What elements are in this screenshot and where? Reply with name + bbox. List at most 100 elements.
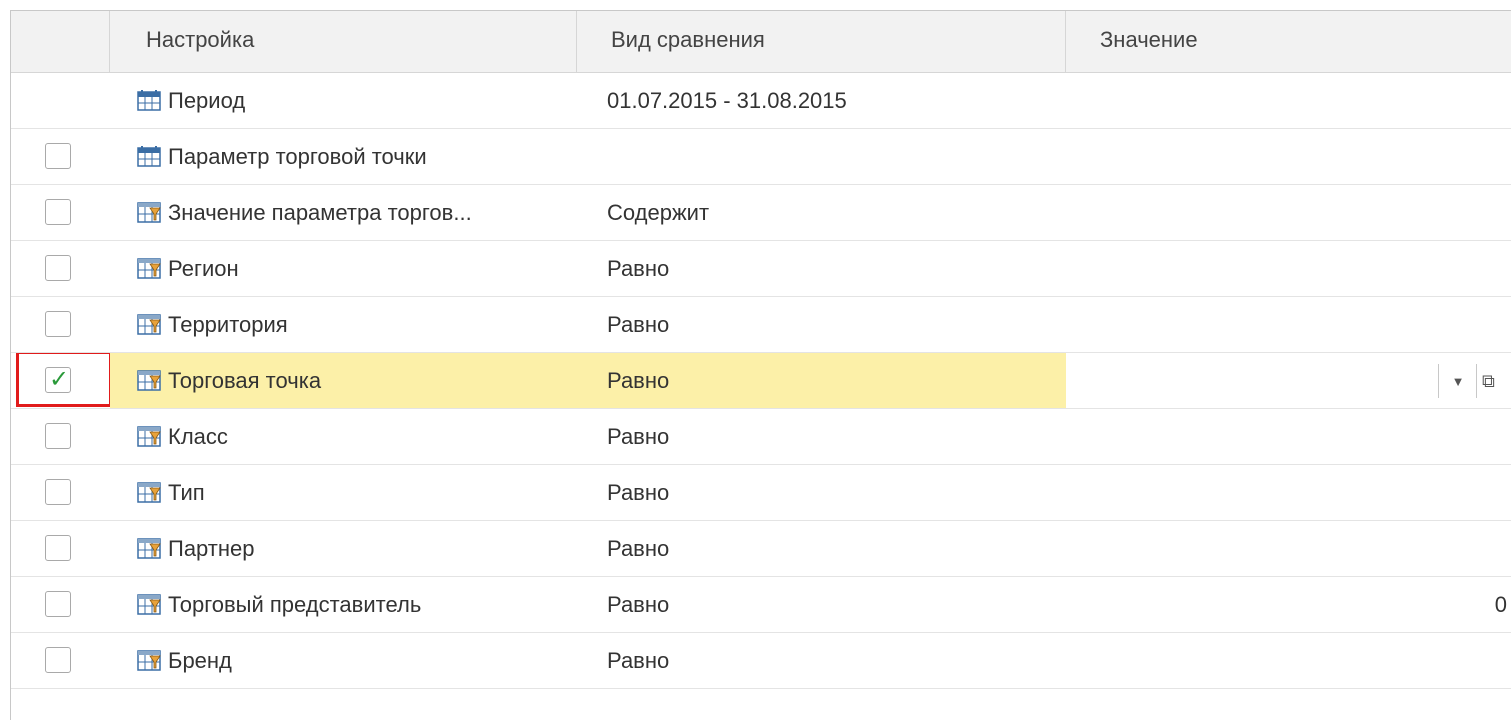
- value-cell[interactable]: ▼ ⧉: [1066, 353, 1511, 408]
- comparison-cell[interactable]: Содержит: [577, 185, 1066, 240]
- comparison-cell[interactable]: [577, 129, 1066, 184]
- table-row[interactable]: Бренд Равно: [11, 633, 1511, 689]
- checkbox-cell: [11, 465, 110, 520]
- comparison-label: 01.07.2015 - 31.08.2015: [607, 88, 847, 113]
- comparison-label: Равно: [607, 312, 670, 337]
- dropdown-arrow-icon[interactable]: ▼: [1446, 354, 1470, 408]
- filter-icon: [136, 648, 162, 672]
- table-row[interactable]: Класс Равно: [11, 409, 1511, 465]
- value-cell[interactable]: [1066, 633, 1511, 688]
- value-cell[interactable]: [1066, 521, 1511, 576]
- comparison-label: Равно: [607, 536, 670, 561]
- setting-cell[interactable]: Значение параметра торгов...: [110, 185, 577, 240]
- comparison-cell[interactable]: Равно: [577, 297, 1066, 352]
- table-row[interactable]: Период 01.07.2015 - 31.08.2015: [11, 73, 1511, 129]
- use-checkbox[interactable]: [45, 423, 71, 449]
- use-checkbox[interactable]: [45, 199, 71, 225]
- checkbox-cell: [11, 73, 110, 128]
- table-row[interactable]: Параметр торговой точки: [11, 129, 1511, 185]
- setting-label: Регион: [168, 256, 239, 281]
- setting-label: Торговая точка: [168, 368, 322, 393]
- comparison-cell[interactable]: Равно: [577, 241, 1066, 296]
- calendar-period-icon: [136, 88, 162, 112]
- checkbox-cell: [11, 633, 110, 688]
- setting-cell[interactable]: Тип: [110, 465, 577, 520]
- header-checkbox-column: [11, 11, 110, 72]
- table-row[interactable]: Территория Равно: [11, 297, 1511, 353]
- table-row[interactable]: Тип Равно: [11, 465, 1511, 521]
- checkbox-cell: [11, 297, 110, 352]
- value-cell[interactable]: [1066, 297, 1511, 352]
- setting-cell[interactable]: Бренд: [110, 633, 577, 688]
- checkbox-cell: [11, 577, 110, 632]
- setting-cell[interactable]: Класс: [110, 409, 577, 464]
- use-checkbox[interactable]: [45, 311, 71, 337]
- filter-icon: [136, 200, 162, 224]
- value-cell[interactable]: 0: [1066, 577, 1511, 632]
- open-form-icon[interactable]: ⧉: [1482, 354, 1511, 408]
- setting-cell[interactable]: Торговый представитель: [110, 577, 577, 632]
- setting-cell[interactable]: Параметр торговой точки: [110, 129, 577, 184]
- setting-cell[interactable]: Территория: [110, 297, 577, 352]
- use-checkbox[interactable]: [45, 143, 71, 169]
- comparison-cell[interactable]: Равно: [577, 577, 1066, 632]
- checkbox-cell: [11, 129, 110, 184]
- table-row[interactable]: Партнер Равно: [11, 521, 1511, 577]
- setting-cell[interactable]: Торговая точка: [110, 353, 577, 408]
- comparison-cell[interactable]: Равно: [577, 409, 1066, 464]
- table-row[interactable]: Регион Равно: [11, 241, 1511, 297]
- filter-icon: [136, 256, 162, 280]
- use-checkbox[interactable]: [45, 647, 71, 673]
- value-cell[interactable]: [1066, 73, 1511, 128]
- value-cell[interactable]: [1066, 241, 1511, 296]
- setting-label: Тип: [168, 480, 205, 505]
- setting-label: Бренд: [168, 648, 232, 673]
- checkbox-cell: [11, 409, 110, 464]
- setting-cell[interactable]: Период: [110, 73, 577, 128]
- header-value[interactable]: Значение: [1066, 11, 1511, 72]
- table-row[interactable]: Торговый представитель Равно 0: [11, 577, 1511, 633]
- table-row[interactable]: Значение параметра торгов... Содержит: [11, 185, 1511, 241]
- value-cell[interactable]: [1066, 465, 1511, 520]
- use-checkbox[interactable]: [45, 255, 71, 281]
- comparison-cell[interactable]: Равно: [577, 465, 1066, 520]
- highlight-annotation: [16, 353, 110, 407]
- value-label: 0: [1494, 592, 1507, 617]
- value-cell[interactable]: [1066, 185, 1511, 240]
- comparison-cell[interactable]: Равно: [577, 353, 1066, 408]
- divider: [1476, 364, 1477, 398]
- use-checkbox[interactable]: [45, 535, 71, 561]
- header-comparison[interactable]: Вид сравнения: [577, 11, 1066, 72]
- divider: [1438, 364, 1439, 398]
- header-setting[interactable]: Настройка: [110, 11, 577, 72]
- comparison-label: Равно: [607, 592, 670, 617]
- setting-label: Период: [168, 88, 246, 113]
- grid-header: Настройка Вид сравнения Значение: [11, 11, 1511, 73]
- use-checkbox[interactable]: [45, 591, 71, 617]
- setting-label: Торговый представитель: [168, 592, 422, 617]
- comparison-label: Содержит: [607, 200, 710, 225]
- comparison-cell[interactable]: 01.07.2015 - 31.08.2015: [577, 73, 1066, 128]
- use-checkbox[interactable]: [45, 479, 71, 505]
- calendar-period-icon: [136, 144, 162, 168]
- table-row[interactable]: ✓ Торговая точка Равно ▼ ⧉: [11, 353, 1511, 409]
- setting-label: Параметр торговой точки: [168, 144, 427, 169]
- comparison-label: Равно: [607, 480, 670, 505]
- setting-label: Класс: [168, 424, 228, 449]
- value-cell[interactable]: [1066, 409, 1511, 464]
- comparison-cell[interactable]: Равно: [577, 633, 1066, 688]
- filter-icon: [136, 312, 162, 336]
- value-input[interactable]: ▼ ⧉: [1066, 354, 1511, 407]
- setting-cell[interactable]: Регион: [110, 241, 577, 296]
- setting-label: Территория: [168, 312, 288, 337]
- checkbox-cell: [11, 241, 110, 296]
- filter-icon: [136, 368, 162, 392]
- setting-cell[interactable]: Партнер: [110, 521, 577, 576]
- filter-icon: [136, 424, 162, 448]
- comparison-cell[interactable]: Равно: [577, 521, 1066, 576]
- settings-grid: Настройка Вид сравнения Значение Период 0…: [10, 10, 1511, 720]
- setting-label: Партнер: [168, 536, 255, 561]
- value-cell[interactable]: [1066, 129, 1511, 184]
- checkbox-cell: [11, 185, 110, 240]
- comparison-label: Равно: [607, 424, 670, 449]
